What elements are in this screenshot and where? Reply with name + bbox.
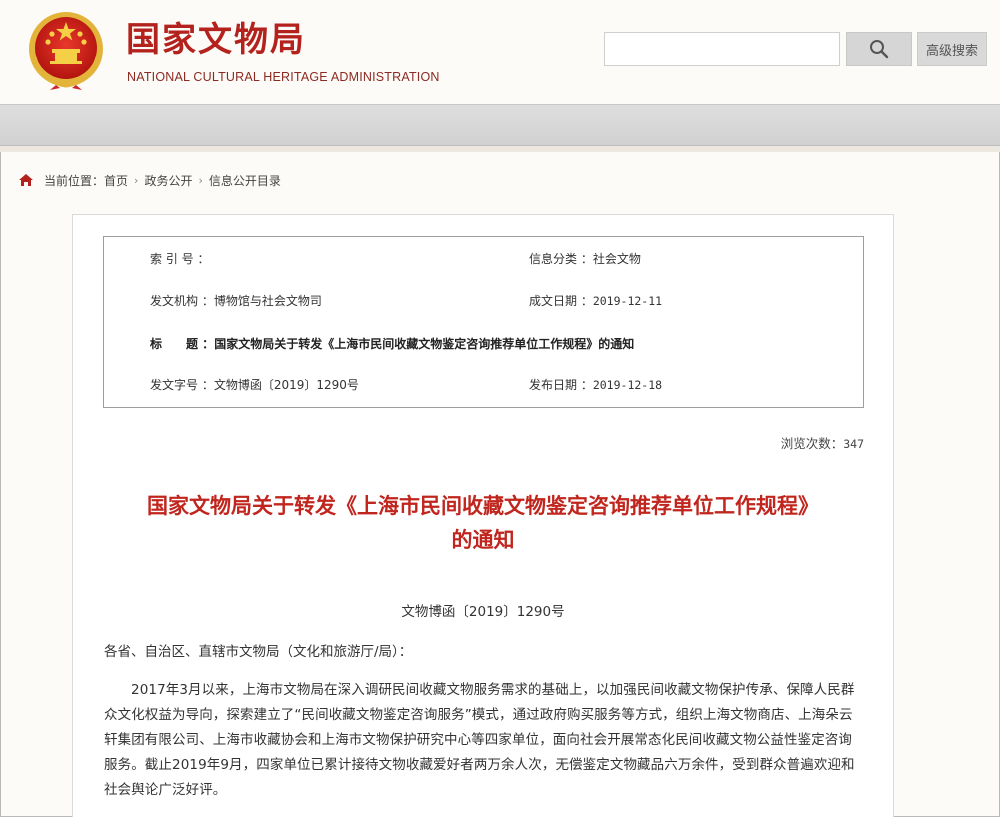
breadcrumb-item-info-catalog[interactable]: 信息公开目录 xyxy=(209,172,281,189)
meta-created-label: 成文日期 ： xyxy=(529,294,593,308)
site-subtitle: NATIONAL CULTURAL HERITAGE ADMINISTRATIO… xyxy=(127,70,440,84)
nav-divider xyxy=(0,146,1000,152)
document-title-line1: 国家文物局关于转发《上海市民间收藏文物鉴定咨询推荐单位工作规程》 xyxy=(147,493,819,518)
site-header: 国家文物局 NATIONAL CULTURAL HERITAGE ADMINIS… xyxy=(0,0,1000,104)
document-title: 国家文物局关于转发《上海市民间收藏文物鉴定咨询推荐单位工作规程》 的通知 xyxy=(100,489,866,557)
meta-index-label: 索 引 号 ： xyxy=(150,252,210,266)
national-emblem-icon xyxy=(29,12,103,90)
meta-category: 信息分类 ：社会文物 xyxy=(529,250,641,267)
meta-created: 成文日期 ：2019-12-11 xyxy=(529,292,662,309)
meta-title-label: 标 题 ： xyxy=(150,337,215,351)
meta-title-value: 国家文物局关于转发《上海市民间收藏文物鉴定咨询推荐单位工作规程》的通知 xyxy=(214,337,635,351)
document-number: 文物博函〔2019〕1290号 xyxy=(401,604,565,620)
view-count-value: 347 xyxy=(843,437,864,451)
meta-created-value: 2019-12-11 xyxy=(592,294,663,308)
chevron-right-icon: › xyxy=(198,173,203,187)
meta-published: 发布日期 ：2019-12-18 xyxy=(529,376,662,393)
meta-index: 索 引 号 ： xyxy=(150,250,209,267)
meta-issuer-value: 博物馆与社会文物司 xyxy=(213,294,322,308)
meta-title: 标 题 ：国家文物局关于转发《上海市民间收藏文物鉴定咨询推荐单位工作规程》的通知 xyxy=(150,335,634,352)
home-icon xyxy=(19,174,33,186)
meta-docno-value: 文物博函〔2019〕1290号 xyxy=(213,378,359,392)
meta-issuer-label: 发文机构 ： xyxy=(150,294,214,308)
search-input[interactable] xyxy=(604,32,840,66)
meta-category-value: 社会文物 xyxy=(592,252,641,266)
main-nav-bar xyxy=(0,104,1000,146)
meta-published-value: 2019-12-18 xyxy=(592,378,663,392)
breadcrumb: 当前位置： 首页 › 政务公开 › 信息公开目录 xyxy=(18,170,281,190)
meta-published-label: 发布日期 ： xyxy=(529,378,593,392)
breadcrumb-item-government-affairs[interactable]: 政务公开 xyxy=(144,172,192,189)
view-count-label: 浏览次数： xyxy=(780,436,844,451)
chevron-right-icon: › xyxy=(134,173,139,187)
meta-issuer: 发文机构 ：博物馆与社会文物司 xyxy=(150,292,322,309)
meta-docno-label: 发文字号 ： xyxy=(150,378,214,392)
search-button[interactable] xyxy=(846,32,912,66)
view-count: 浏览次数：347 xyxy=(781,433,864,452)
document-title-line2: 的通知 xyxy=(451,527,515,552)
document-paragraph: 2017年3月以来，上海市文物局在深入调研民间收藏文物服务需求的基础上，以加强民… xyxy=(104,682,855,798)
advanced-search-button[interactable]: 高级搜索 xyxy=(917,32,987,66)
document-recipient: 各省、自治区、直辖市文物局（文化和旅游厅/局）： xyxy=(104,644,413,660)
meta-category-label: 信息分类 ： xyxy=(529,252,593,266)
breadcrumb-prefix: 当前位置： xyxy=(44,173,105,188)
breadcrumb-item-home[interactable]: 首页 xyxy=(104,172,128,189)
meta-docno: 发文字号 ：文物博函〔2019〕1290号 xyxy=(150,376,359,393)
magnifier-icon xyxy=(870,40,889,59)
site-title: 国家文物局 xyxy=(126,20,306,60)
